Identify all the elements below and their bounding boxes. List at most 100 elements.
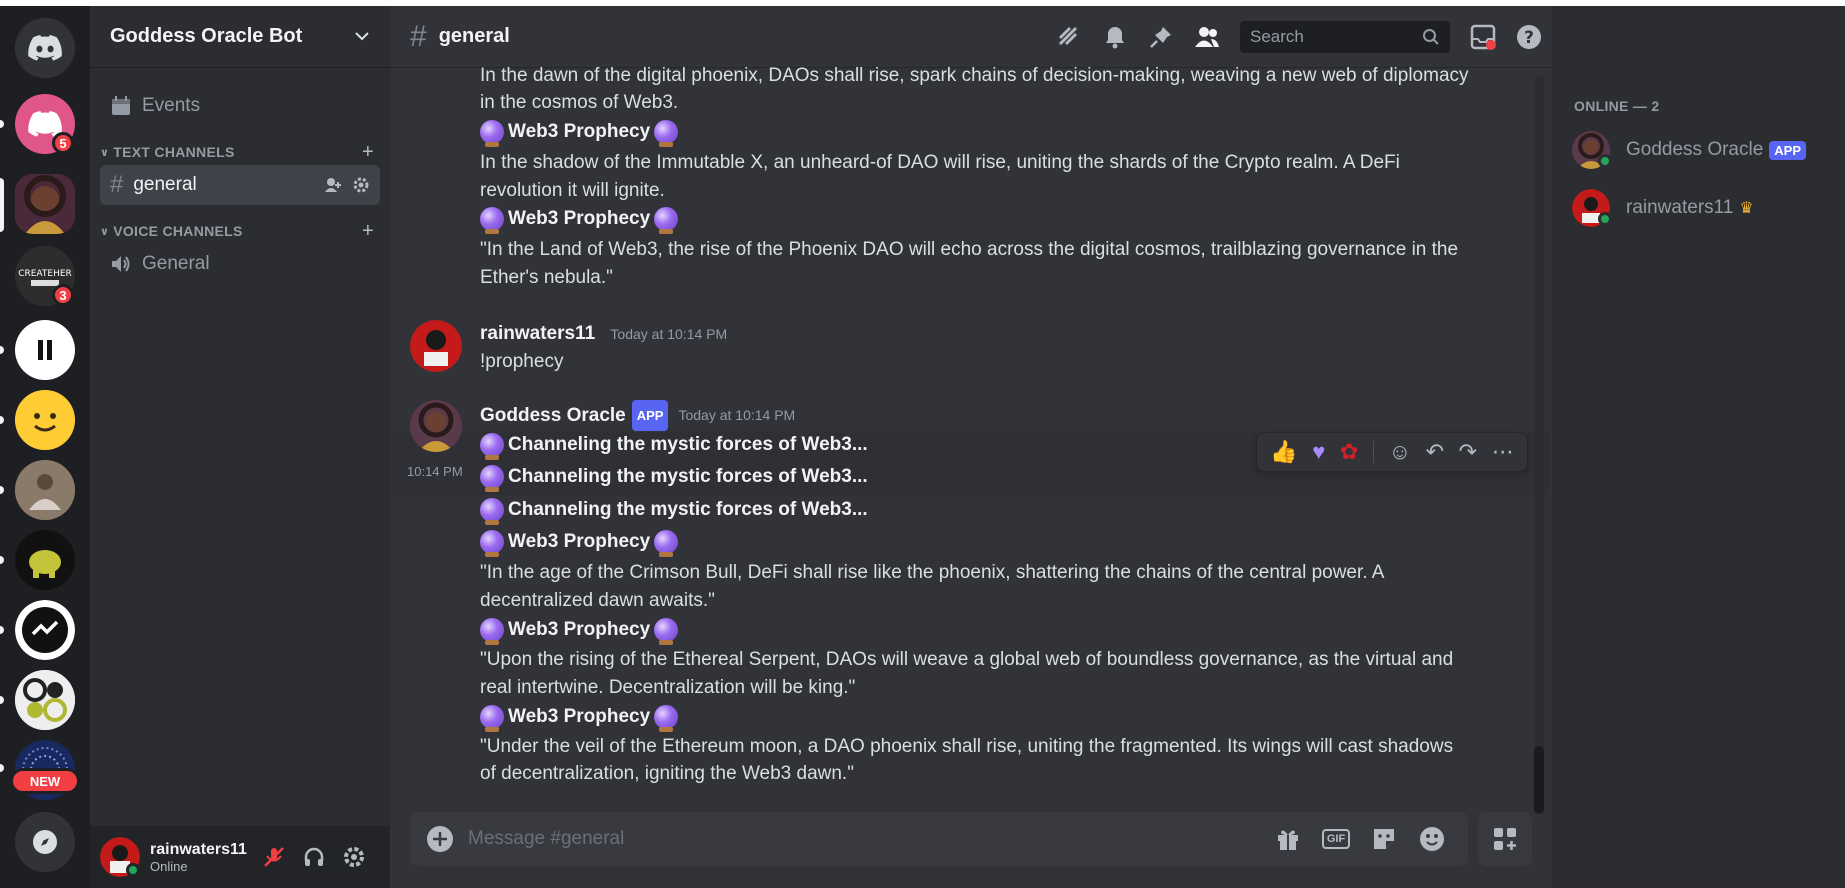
search-icon bbox=[1422, 28, 1440, 46]
headphones-icon[interactable] bbox=[302, 845, 326, 869]
server-rail: 5 CREATEHER 3 NEW bbox=[0, 6, 90, 888]
mute-mic-icon[interactable] bbox=[262, 845, 286, 869]
message-header: rainwaters11 Today at 10:14 PM bbox=[480, 320, 727, 348]
crystal-ball-icon bbox=[480, 529, 504, 557]
unread-pill bbox=[0, 120, 4, 128]
unread-pill bbox=[0, 346, 4, 354]
channeling-text: Channeling the mystic forces of Web3... bbox=[508, 466, 868, 487]
message-text: in the cosmos of Web3. bbox=[480, 92, 679, 113]
timestamp: Today at 10:14 PM bbox=[678, 407, 796, 423]
voice-channels-category[interactable]: ∨ VOICE CHANNELS + bbox=[100, 219, 380, 243]
category-label: TEXT CHANNELS bbox=[113, 144, 235, 160]
member-list-icon[interactable] bbox=[1184, 14, 1230, 60]
pause-icon[interactable] bbox=[15, 320, 75, 380]
threads-icon[interactable] bbox=[1046, 14, 1092, 60]
chevron-down-icon: ∨ bbox=[100, 225, 110, 238]
member-item[interactable]: Goddess Oracle APP bbox=[1572, 126, 1807, 174]
add-channel-icon[interactable]: + bbox=[362, 141, 374, 164]
sticker-icon[interactable] bbox=[1364, 819, 1404, 859]
pin-icon[interactable] bbox=[1138, 14, 1184, 60]
prophecy-heading: Web3 Prophecy bbox=[480, 703, 679, 732]
svg-text:?: ? bbox=[1524, 28, 1534, 48]
author-name[interactable]: rainwaters11 bbox=[480, 323, 595, 344]
guild-header[interactable]: Goddess Oracle Bot bbox=[90, 6, 390, 68]
server-icon-goddess-oracle[interactable] bbox=[15, 174, 75, 234]
emoji-icon[interactable] bbox=[1412, 819, 1452, 859]
mention-badge: 5 bbox=[52, 132, 74, 154]
add-reaction-icon[interactable]: ☺ bbox=[1389, 439, 1411, 465]
category-label: VOICE CHANNELS bbox=[113, 223, 243, 239]
chat-area: # general Search ? In the dawn of the di… bbox=[390, 6, 1552, 888]
add-channel-icon[interactable]: + bbox=[362, 220, 374, 243]
avatar[interactable] bbox=[410, 320, 462, 372]
thumbs-up-reaction-icon[interactable]: 👍 bbox=[1270, 439, 1297, 465]
hash-icon: # bbox=[110, 171, 124, 198]
rose-reaction-icon[interactable]: ✿ bbox=[1340, 439, 1358, 465]
channel-sidebar: Goddess Oracle Bot Events ∨ TEXT CHANNEL… bbox=[90, 6, 390, 888]
add-attachment-icon[interactable] bbox=[426, 825, 454, 853]
more-options-icon[interactable]: ⋯ bbox=[1492, 439, 1514, 465]
help-icon[interactable]: ? bbox=[1506, 14, 1552, 60]
author-name[interactable]: Goddess Oracle bbox=[480, 402, 626, 429]
server-icon-elephant[interactable] bbox=[15, 530, 75, 590]
message-text: "Upon the rising of the Ethereal Serpent… bbox=[480, 649, 1454, 670]
hugging-face-icon[interactable] bbox=[15, 390, 75, 450]
events-item[interactable]: Events bbox=[100, 86, 380, 126]
message-text: of decentralization, igniting the Web3 d… bbox=[480, 763, 854, 784]
create-invite-icon[interactable] bbox=[324, 176, 342, 194]
user-status: Online bbox=[150, 858, 188, 874]
unread-pill bbox=[0, 556, 4, 564]
prophecy-title: Web3 Prophecy bbox=[508, 208, 651, 229]
avatar[interactable] bbox=[100, 837, 140, 877]
app-tag: APP bbox=[631, 400, 669, 431]
discord-home-icon[interactable] bbox=[15, 18, 75, 78]
bell-icon[interactable] bbox=[1092, 14, 1138, 60]
message-composer: GIF bbox=[410, 812, 1468, 866]
chevron-down-icon[interactable] bbox=[354, 28, 370, 46]
server-icon-meditation[interactable] bbox=[15, 460, 75, 520]
user-settings-gear-icon[interactable] bbox=[342, 845, 366, 869]
speaker-icon bbox=[110, 254, 132, 274]
hover-timestamp: 10:14 PM bbox=[407, 464, 463, 479]
server-icon-pattern[interactable] bbox=[15, 670, 75, 730]
scrollbar-thumb[interactable] bbox=[1534, 746, 1544, 814]
prophecy-heading: Web3 Prophecy bbox=[480, 528, 679, 557]
message-text: Ether's nebula." bbox=[480, 267, 613, 288]
message-text: real intertwine. Decentralization will b… bbox=[480, 677, 856, 698]
member-name-text: rainwaters11 bbox=[1626, 197, 1734, 218]
member-list: ONLINE — 2 Goddess Oracle APP rainwaters… bbox=[1552, 6, 1845, 888]
text-channels-category[interactable]: ∨ TEXT CHANNELS + bbox=[100, 140, 380, 164]
online-status-dot bbox=[126, 863, 140, 877]
reply-icon[interactable]: ↶ bbox=[1426, 439, 1444, 465]
unread-pill bbox=[0, 486, 4, 494]
member-item[interactable]: rainwaters11 ♛ bbox=[1572, 184, 1754, 232]
message-action-bar: 👍 ♥ ✿ ☺ ↶ ↷ ⋯ bbox=[1256, 432, 1528, 472]
message-text: "Under the veil of the Ethereum moon, a … bbox=[480, 736, 1454, 757]
crystal-ball-icon bbox=[654, 529, 679, 557]
channel-label: general bbox=[133, 174, 197, 195]
voice-channel-general[interactable]: General bbox=[100, 244, 380, 284]
channel-general[interactable]: # general bbox=[100, 165, 380, 205]
apps-button[interactable] bbox=[1478, 812, 1532, 866]
purple-heart-reaction-icon[interactable]: ♥ bbox=[1312, 439, 1325, 465]
crystal-ball-icon bbox=[480, 432, 504, 460]
search-input[interactable]: Search bbox=[1240, 21, 1450, 53]
chat-scrollbar[interactable] bbox=[1534, 76, 1544, 814]
server-icon-chart[interactable] bbox=[15, 600, 75, 660]
channeling-line: Channeling the mystic forces of Web3... bbox=[480, 431, 868, 460]
crystal-ball-icon bbox=[654, 206, 679, 234]
unread-pill bbox=[0, 764, 4, 772]
inbox-icon[interactable] bbox=[1460, 14, 1506, 60]
unread-pill bbox=[0, 626, 4, 634]
avatar[interactable] bbox=[410, 400, 462, 452]
username: rainwaters11 bbox=[150, 840, 247, 858]
chevron-down-icon: ∨ bbox=[100, 146, 110, 159]
message-input[interactable] bbox=[468, 828, 1260, 850]
search-placeholder: Search bbox=[1250, 27, 1304, 46]
gif-icon[interactable]: GIF bbox=[1316, 819, 1356, 859]
gift-icon[interactable] bbox=[1268, 819, 1308, 859]
gear-icon[interactable] bbox=[352, 176, 370, 194]
explore-icon[interactable] bbox=[15, 812, 75, 872]
prophecy-title: Web3 Prophecy bbox=[508, 121, 651, 142]
forward-icon[interactable]: ↷ bbox=[1459, 439, 1477, 465]
